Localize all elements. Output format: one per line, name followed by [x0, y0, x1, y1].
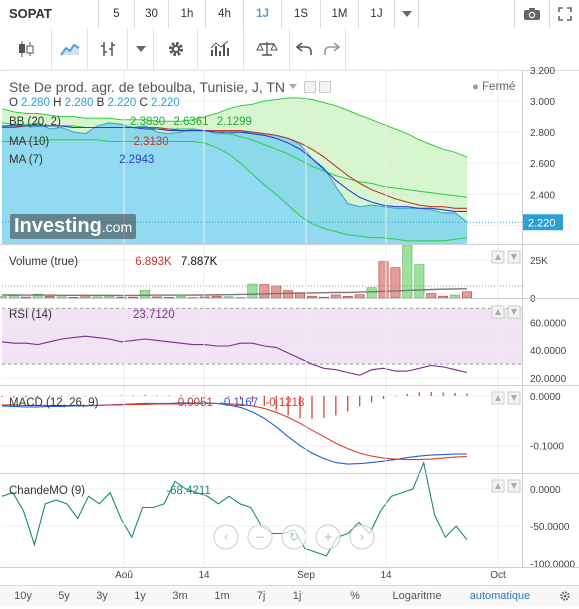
volume-bar: [235, 297, 246, 299]
volume-bar: [92, 296, 103, 299]
y-tick-label: -100.0000: [530, 559, 575, 570]
range-1j[interactable]: 1j: [281, 586, 313, 606]
remove-button[interactable]: [318, 81, 331, 93]
volume-bar: [390, 267, 401, 299]
y-tick-label: 3.000: [530, 97, 555, 108]
volume-bar: [9, 295, 19, 299]
volume-bar: [330, 294, 341, 299]
volume-bar: [366, 287, 377, 299]
volume-bar: [211, 295, 222, 299]
ma10-legend: MA (10) 2.3130: [9, 136, 169, 148]
instrument-title: Ste De prod. agr. de teboulba, Tunisie, …: [9, 79, 331, 95]
volume-bar: [223, 296, 234, 299]
volume-bar: [68, 297, 79, 299]
y-tick-label: 2.800: [530, 128, 555, 139]
ma7-legend: MA (7) 2.2943: [9, 154, 155, 166]
volume-bar: [116, 296, 127, 299]
y-tick-label: 60.0000: [530, 318, 567, 329]
volume-bar: [199, 296, 210, 299]
auto-scale-toggle[interactable]: automatique: [460, 586, 540, 606]
last-price-label: 2.220: [528, 217, 556, 229]
y-tick-label: -0.1000: [530, 442, 564, 453]
plus-icon: +: [323, 530, 333, 544]
volume-bar: [140, 290, 150, 299]
volume-bar: [295, 292, 305, 299]
chevron-right-icon: ›: [360, 530, 365, 544]
percent-toggle[interactable]: %: [345, 586, 365, 606]
volume-bar: [378, 261, 389, 299]
volume-bar: [307, 295, 317, 299]
volume-bar: [175, 296, 186, 299]
rsi-legend: RSI (14) 23.7120: [9, 309, 175, 321]
volume-bar: [462, 291, 472, 299]
bottom-range-bar: 10y 5y 3y 1y 3m 1m 7j 1j % Logaritme aut…: [0, 585, 579, 606]
chevron-down-icon: [288, 84, 297, 89]
range-10y[interactable]: 10y: [5, 586, 41, 606]
volume-bar: [271, 285, 282, 299]
ohlc-legend: O 2.280 H 2.280 B 2.220 C 2.220: [9, 97, 180, 109]
y-tick-label: 2.600: [530, 159, 555, 170]
refresh-icon: ↻: [289, 530, 299, 544]
volume-bar: [414, 264, 425, 299]
chart-settings-button[interactable]: [555, 586, 575, 606]
volume-legend: Volume (true) 6.893K 7.887K: [9, 256, 218, 268]
volume-bar: [426, 293, 437, 299]
log-toggle[interactable]: Logaritme: [382, 586, 452, 606]
volume-bar: [354, 294, 365, 299]
y-tick-label: 0.0000: [530, 485, 561, 496]
range-3y[interactable]: 3y: [84, 586, 120, 606]
volume-bar: [187, 297, 198, 299]
macd-signal-line: [2, 402, 468, 461]
gear-icon: [560, 591, 570, 601]
x-tick-label: 14: [380, 570, 392, 581]
volume-bar: [56, 296, 67, 299]
volume-bar: [247, 283, 258, 299]
range-1y[interactable]: 1y: [122, 586, 158, 606]
y-tick-label: -50.0000: [530, 522, 570, 533]
cmo-panel: 0.0000 -50.0000 -100.0000 ‹ − ↻ + ›: [1, 460, 575, 570]
volume-bar: [164, 297, 174, 299]
volume-bar: [283, 290, 294, 299]
x-tick-label: Aoû: [115, 570, 133, 581]
y-tick-label: 25K: [530, 256, 548, 267]
volume-bar: [104, 296, 115, 299]
volume-panel: 25K 0: [0, 244, 548, 305]
visibility-toggle[interactable]: [303, 81, 316, 93]
market-status: ● Fermé: [472, 81, 516, 93]
volume-bar: [20, 296, 31, 299]
chevron-left-icon: ‹: [224, 530, 229, 544]
range-1m[interactable]: 1m: [204, 586, 240, 606]
volume-bar: [450, 294, 460, 299]
volume-bar: [128, 296, 139, 299]
volume-bar: [438, 295, 449, 299]
x-tick-label: Oct: [490, 570, 506, 581]
volume-bar: [342, 295, 353, 299]
volume-bar: [0, 296, 7, 299]
x-tick-label: 14: [198, 570, 210, 581]
macd-line: [1, 402, 468, 465]
macd-legend: MACD (12, 26, 9) 0.0051 -0.1167 -0.1218: [9, 397, 305, 409]
range-5y[interactable]: 5y: [46, 586, 82, 606]
y-tick-label: 40.0000: [530, 346, 567, 357]
investing-watermark: Investing.com: [10, 214, 137, 239]
range-7j[interactable]: 7j: [243, 586, 279, 606]
y-tick-label: 0.0000: [530, 392, 561, 403]
x-tick-label: Sep: [297, 570, 315, 581]
cmo-legend: ChandeMO (9) -68.4211: [9, 485, 211, 497]
y-tick-label: 0: [530, 294, 536, 305]
volume-bar: [44, 295, 55, 299]
bb-legend: BB (20, 2) 2.3830 2.6361 2.1299: [9, 116, 252, 128]
y-tick-label: 20.0000: [530, 374, 567, 385]
volume-bar: [318, 296, 329, 299]
range-3m[interactable]: 3m: [162, 586, 198, 606]
y-tick-label: 3.200: [530, 66, 555, 77]
minus-icon: −: [255, 530, 265, 544]
volume-bar: [152, 296, 162, 299]
volume-bar: [259, 284, 270, 299]
y-tick-label: 2.400: [530, 190, 555, 201]
